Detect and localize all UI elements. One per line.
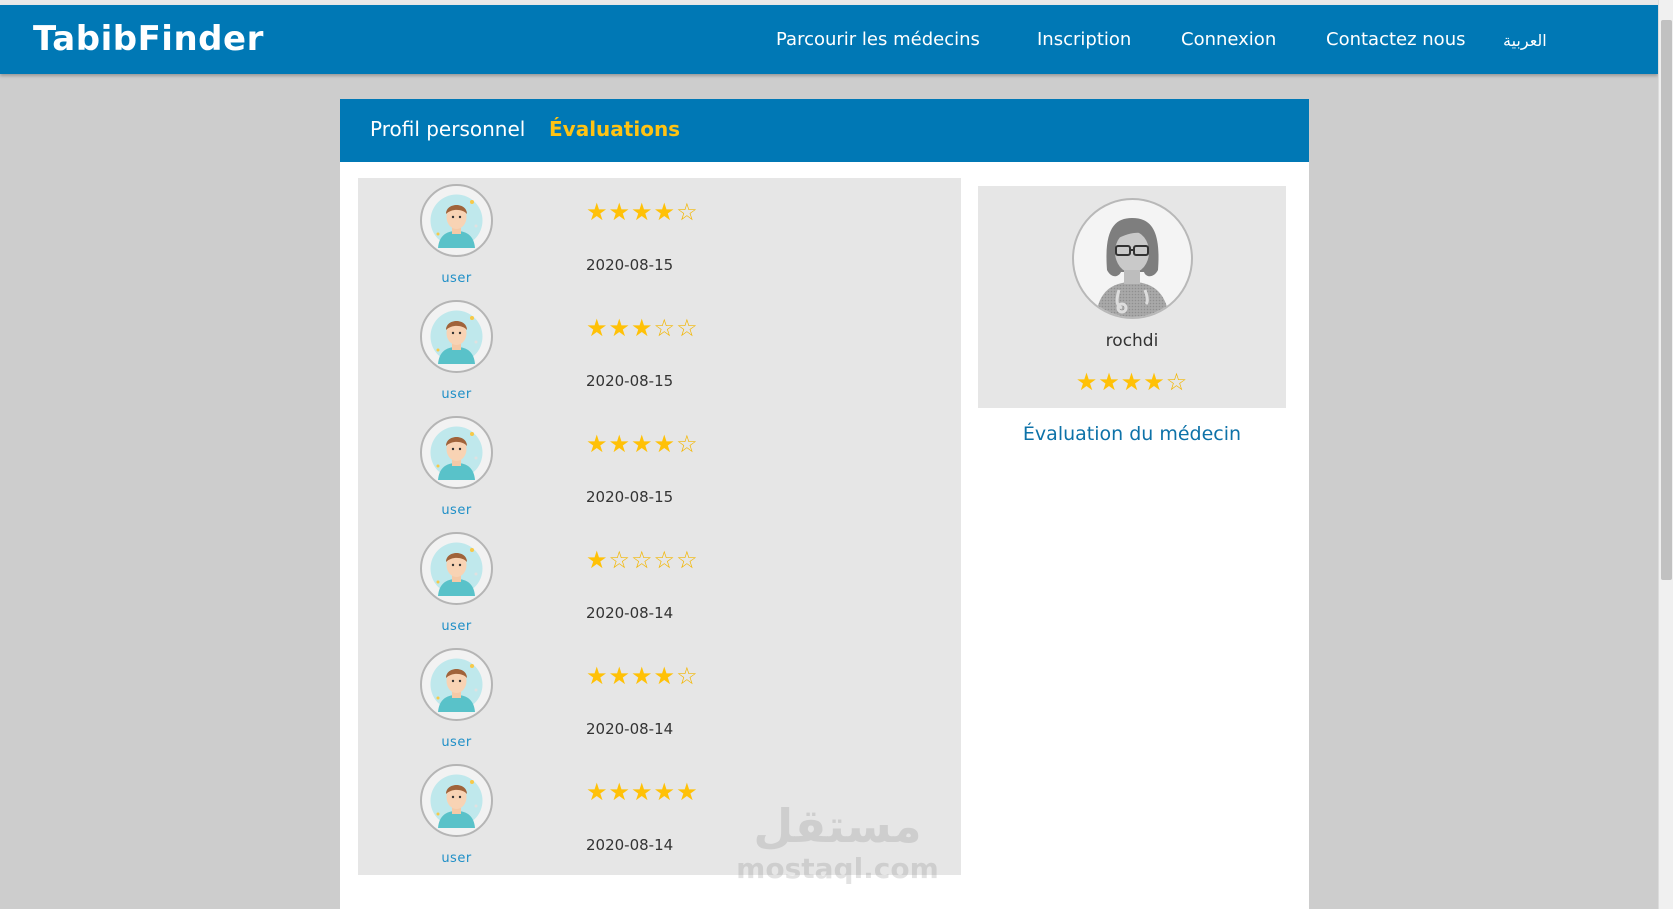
tab-personal-profile[interactable]: Profil personnel — [370, 117, 525, 141]
star-filled-icon: ★ — [1143, 368, 1166, 396]
scrollbar-thumb[interactable] — [1661, 20, 1672, 580]
star-filled-icon: ★ — [608, 314, 632, 342]
doctor-avatar-icon — [1072, 198, 1193, 319]
star-empty-icon: ☆ — [676, 546, 699, 574]
review-user-name[interactable]: user — [358, 851, 555, 866]
star-filled-icon: ★ — [1098, 368, 1121, 396]
star-empty-icon: ☆ — [676, 314, 699, 342]
review-user-name[interactable]: user — [358, 735, 555, 750]
review-card: user ★★★★☆ 2020-08-14 — [358, 642, 961, 759]
review-rating-stars: ★★★★☆ — [586, 664, 699, 688]
review-date: 2020-08-15 — [586, 488, 674, 506]
star-empty-icon: ☆ — [676, 662, 699, 690]
review-date: 2020-08-14 — [586, 720, 674, 738]
review-user-name[interactable]: user — [358, 619, 555, 634]
doctor-name: rochdi — [1105, 331, 1159, 351]
nav-contact[interactable]: Contactez nous — [1326, 29, 1465, 50]
review-date: 2020-08-14 — [586, 604, 674, 622]
star-filled-icon: ★ — [586, 430, 609, 458]
star-filled-icon: ★ — [608, 778, 632, 806]
review-card: user ★★★★☆ 2020-08-15 — [358, 178, 961, 295]
star-filled-icon: ★ — [676, 778, 699, 806]
star-filled-icon: ★ — [631, 198, 654, 226]
review-card: user ★★★☆☆ 2020-08-15 — [358, 294, 961, 411]
user-avatar-icon — [420, 184, 493, 257]
star-filled-icon: ★ — [608, 430, 632, 458]
brand-logo[interactable]: TabibFinder — [33, 19, 264, 59]
profile-tabbar: Profil personnel Évaluations — [340, 99, 1309, 162]
star-empty-icon: ☆ — [676, 430, 699, 458]
star-empty-icon: ☆ — [631, 546, 654, 574]
user-avatar-icon — [420, 648, 493, 721]
evaluate-doctor-link[interactable]: Évaluation du médecin — [978, 423, 1286, 445]
star-filled-icon: ★ — [653, 198, 677, 226]
star-empty-icon: ☆ — [608, 546, 632, 574]
star-empty-icon: ☆ — [1165, 368, 1189, 396]
star-filled-icon: ★ — [608, 662, 632, 690]
tab-evaluations[interactable]: Évaluations — [549, 117, 680, 141]
star-filled-icon: ★ — [586, 546, 609, 574]
star-filled-icon: ★ — [653, 778, 677, 806]
star-filled-icon: ★ — [1075, 368, 1099, 396]
nav-register[interactable]: Inscription — [1037, 29, 1131, 50]
doctor-rating-stars: ★★★★☆ — [978, 370, 1286, 394]
user-avatar-icon — [420, 532, 493, 605]
star-filled-icon: ★ — [653, 662, 677, 690]
main-panel: Profil personnel Évaluations user ★★★★☆ … — [340, 99, 1309, 909]
review-rating-stars: ★★★★☆ — [586, 200, 699, 224]
star-filled-icon: ★ — [1120, 368, 1144, 396]
star-filled-icon: ★ — [631, 662, 654, 690]
review-date: 2020-08-14 — [586, 836, 674, 854]
review-user-name[interactable]: user — [358, 387, 555, 402]
review-rating-stars: ★★★★★ — [586, 780, 699, 804]
review-date: 2020-08-15 — [586, 256, 674, 274]
nav-browse-doctors[interactable]: Parcourir les médecins — [776, 29, 980, 50]
star-empty-icon: ☆ — [676, 198, 699, 226]
star-empty-icon: ☆ — [653, 546, 677, 574]
review-user-name[interactable]: user — [358, 503, 555, 518]
review-date: 2020-08-15 — [586, 372, 674, 390]
user-avatar-icon — [420, 764, 493, 837]
nav-login[interactable]: Connexion — [1181, 29, 1276, 50]
review-rating-stars: ★★★★☆ — [586, 432, 699, 456]
star-empty-icon: ☆ — [653, 314, 677, 342]
star-filled-icon: ★ — [631, 430, 654, 458]
star-filled-icon: ★ — [631, 314, 654, 342]
star-filled-icon: ★ — [586, 198, 609, 226]
review-card: user ★★★★★ 2020-08-14 — [358, 758, 961, 875]
review-card: user ★☆☆☆☆ 2020-08-14 — [358, 526, 961, 643]
navbar: TabibFinder Parcourir les médecins Inscr… — [0, 5, 1658, 74]
review-rating-stars: ★★★☆☆ — [586, 316, 699, 340]
star-filled-icon: ★ — [586, 662, 609, 690]
star-filled-icon: ★ — [608, 198, 632, 226]
user-avatar-icon — [420, 416, 493, 489]
nav-language-arabic[interactable]: العربية — [1503, 31, 1547, 50]
review-rating-stars: ★☆☆☆☆ — [586, 548, 699, 572]
review-card: user ★★★★☆ 2020-08-15 — [358, 410, 961, 527]
star-filled-icon: ★ — [586, 314, 609, 342]
review-user-name[interactable]: user — [358, 271, 555, 286]
star-filled-icon: ★ — [653, 430, 677, 458]
user-avatar-icon — [420, 300, 493, 373]
doctor-card: rochdi ★★★★☆ — [978, 186, 1286, 408]
star-filled-icon: ★ — [586, 778, 609, 806]
page-scrollbar[interactable] — [1658, 0, 1673, 909]
star-filled-icon: ★ — [631, 778, 654, 806]
